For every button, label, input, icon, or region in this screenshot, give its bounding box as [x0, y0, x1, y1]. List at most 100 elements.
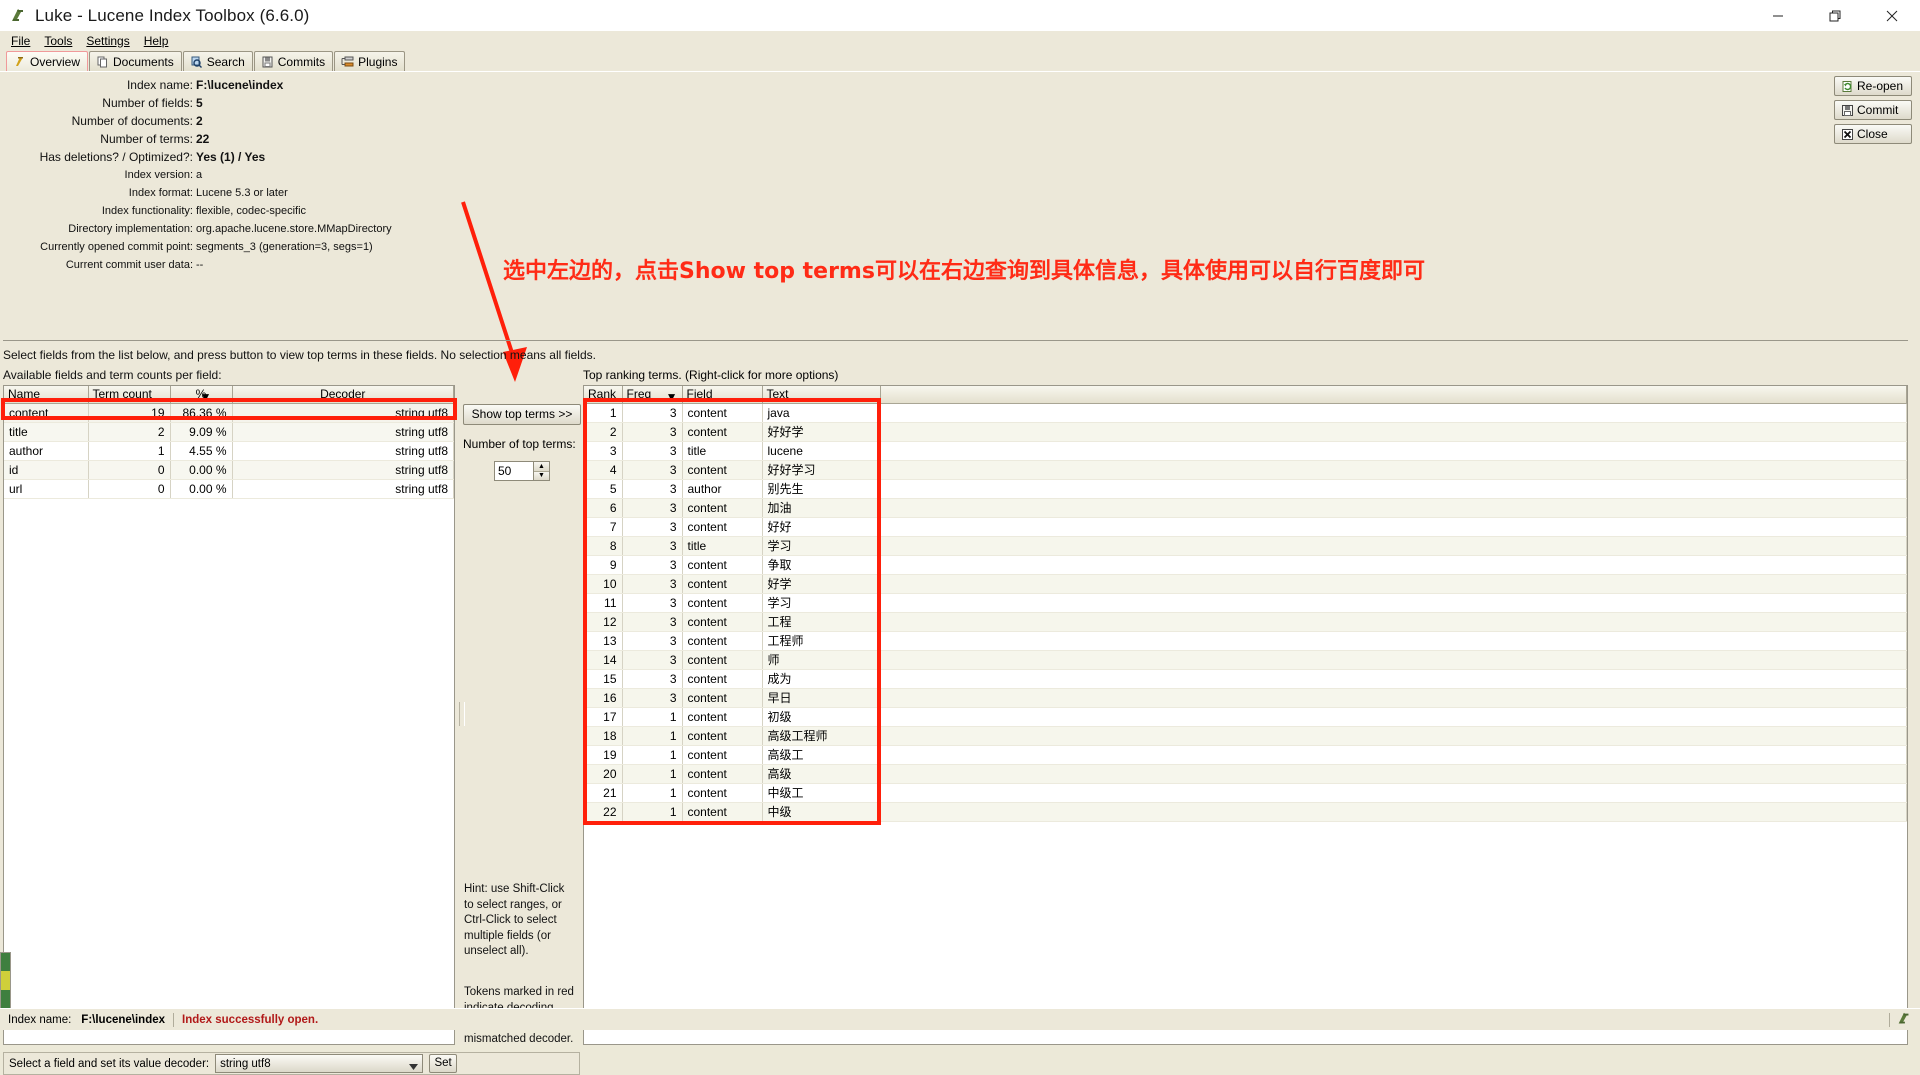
term-rank-cell: 21 — [584, 783, 623, 803]
term-field-cell: content — [682, 631, 763, 651]
stepper-up-icon[interactable]: ▲ — [534, 462, 549, 472]
fields-table-row[interactable]: author 1 4.55 % string utf8 — [4, 441, 454, 461]
minimize-icon[interactable] — [1749, 0, 1806, 31]
tab-search[interactable]: Search — [182, 51, 253, 71]
menu-file[interactable]: File — [4, 33, 37, 49]
info-label: Number of documents: — [71, 114, 193, 128]
term-rank-cell: 13 — [584, 631, 623, 651]
decoder-select[interactable]: string utf8 — [215, 1054, 424, 1073]
term-rank-cell: 12 — [584, 612, 623, 632]
set-decoder-button[interactable]: Set — [429, 1054, 458, 1073]
info-value-commit-user-data: -- — [196, 259, 204, 271]
term-rank-cell: 8 — [584, 536, 623, 556]
top-terms-row[interactable]: 15 3 content 成为 — [584, 669, 1907, 689]
term-field-cell: content — [682, 745, 763, 765]
top-terms-row[interactable]: 5 3 author 别先生 — [584, 479, 1907, 499]
reopen-button[interactable]: Re-open — [1834, 76, 1912, 96]
close-icon[interactable] — [1863, 0, 1920, 31]
top-terms-row[interactable]: 19 1 content 高级工 — [584, 745, 1907, 765]
top-terms-row[interactable]: 13 3 content 工程师 — [584, 631, 1907, 651]
fields-table-panel[interactable]: Name Term count % ▼ Decoder content 19 86.… — [3, 385, 455, 1045]
terms-col-spacer — [880, 386, 1907, 404]
field-decoder-cell: string utf8 — [232, 460, 454, 480]
term-rank-cell: 6 — [584, 498, 623, 518]
field-percent-cell: 0.00 % — [170, 479, 233, 499]
fields-table-row[interactable]: title 2 9.09 % string utf8 — [4, 422, 454, 442]
term-text-cell: 高级 — [762, 764, 881, 784]
terms-col-text[interactable]: Text — [762, 386, 881, 404]
info-label: Index name: — [126, 78, 193, 92]
top-terms-row[interactable]: 20 1 content 高级 — [584, 764, 1907, 784]
terms-col-field[interactable]: Field — [682, 386, 763, 404]
menu-file-label: File — [11, 33, 31, 48]
term-field-cell: content — [682, 460, 763, 480]
menu-tools[interactable]: Tools — [37, 33, 79, 49]
top-terms-row[interactable]: 11 3 content 学习 — [584, 593, 1907, 613]
top-terms-row[interactable]: 10 3 content 好学 — [584, 574, 1907, 594]
term-rank-cell: 14 — [584, 650, 623, 670]
top-terms-row[interactable]: 7 3 content 好好 — [584, 517, 1907, 537]
reopen-label: Re-open — [1857, 79, 1904, 93]
term-rank-cell: 1 — [584, 403, 623, 423]
field-term-count-cell: 2 — [88, 422, 171, 442]
close-index-label: Close — [1857, 127, 1888, 141]
tab-documents[interactable]: Documents — [89, 51, 182, 71]
top-terms-row[interactable]: 1 3 content java — [584, 403, 1907, 423]
top-terms-table-panel[interactable]: Rank Freq ▼ Field Text 1 3 content java 2 3 co… — [583, 385, 1908, 1045]
term-freq-cell: 3 — [622, 612, 683, 632]
top-terms-row[interactable]: 3 3 title lucene — [584, 441, 1907, 461]
top-terms-row[interactable]: 16 3 content 早日 — [584, 688, 1907, 708]
term-freq-cell: 3 — [622, 403, 683, 423]
top-terms-row[interactable]: 8 3 title 学习 — [584, 536, 1907, 556]
terms-col-freq[interactable]: Freq ▼ — [622, 386, 683, 404]
number-of-top-terms-stepper[interactable]: ▲ ▼ — [494, 461, 550, 481]
status-tray — [1889, 1009, 1920, 1031]
top-terms-row[interactable]: 6 3 content 加油 — [584, 498, 1907, 518]
fields-table-row[interactable]: id 0 0.00 % string utf8 — [4, 460, 454, 480]
top-terms-row[interactable]: 18 1 content 高级工程师 — [584, 726, 1907, 746]
top-terms-row[interactable]: 21 1 content 中级工 — [584, 783, 1907, 803]
top-terms-table: Rank Freq ▼ Field Text 1 3 content java 2 3 co… — [584, 386, 1907, 822]
fields-col-percent[interactable]: % ▼ — [170, 386, 233, 404]
info-value-number-of-fields: 5 — [196, 96, 203, 110]
info-label: Current commit user data: — [65, 259, 193, 271]
maximize-icon[interactable] — [1806, 0, 1863, 31]
top-terms-row[interactable]: 9 3 content 争取 — [584, 555, 1907, 575]
fields-col-name[interactable]: Name — [4, 386, 89, 404]
status-divider-2 — [1889, 1013, 1890, 1027]
red-arrow — [461, 201, 527, 382]
number-of-top-terms-input[interactable] — [495, 462, 533, 480]
field-decoder-cell: string utf8 — [232, 441, 454, 461]
term-spacer-cell — [880, 498, 1907, 518]
term-field-cell: title — [682, 441, 763, 461]
fields-table-row[interactable]: url 0 0.00 % string utf8 — [4, 479, 454, 499]
term-field-cell: content — [682, 650, 763, 670]
top-terms-row[interactable]: 22 1 content 中级 — [584, 802, 1907, 822]
stepper-down-icon[interactable]: ▼ — [534, 471, 549, 480]
field-term-count-cell: 19 — [88, 403, 171, 423]
fields-col-decoder[interactable]: Decoder — [232, 386, 454, 404]
menu-help[interactable]: Help — [137, 33, 176, 49]
tab-plugins[interactable]: Plugins — [334, 51, 406, 71]
top-terms-row[interactable]: 14 3 content 师 — [584, 650, 1907, 670]
top-terms-row[interactable]: 12 3 content 工程 — [584, 612, 1907, 632]
show-top-terms-button[interactable]: Show top terms >> — [463, 404, 581, 425]
close-index-button[interactable]: Close — [1834, 124, 1912, 144]
top-terms-row[interactable]: 2 3 content 好好学 — [584, 422, 1907, 442]
term-text-cell: 中级 — [762, 802, 881, 822]
tab-overview[interactable]: Overview — [6, 51, 89, 71]
top-terms-row[interactable]: 17 1 content 初级 — [584, 707, 1907, 727]
info-label: Index functionality: — [101, 205, 193, 217]
terms-col-rank[interactable]: Rank — [584, 386, 623, 404]
term-text-cell: 成为 — [762, 669, 881, 689]
tab-commits[interactable]: Commits — [253, 51, 334, 71]
term-text-cell: 学习 — [762, 593, 881, 613]
fields-col-term-count[interactable]: Term count — [88, 386, 171, 404]
top-terms-row[interactable]: 4 3 content 好好学习 — [584, 460, 1907, 480]
commit-button[interactable]: Commit — [1834, 100, 1912, 120]
fields-table-row[interactable]: content 19 86.36 % string utf8 — [4, 403, 454, 423]
field-decoder-cell: string utf8 — [232, 479, 454, 499]
menu-settings[interactable]: Settings — [79, 33, 136, 49]
term-freq-cell: 3 — [622, 593, 683, 613]
info-value-number-of-terms: 22 — [196, 132, 210, 146]
